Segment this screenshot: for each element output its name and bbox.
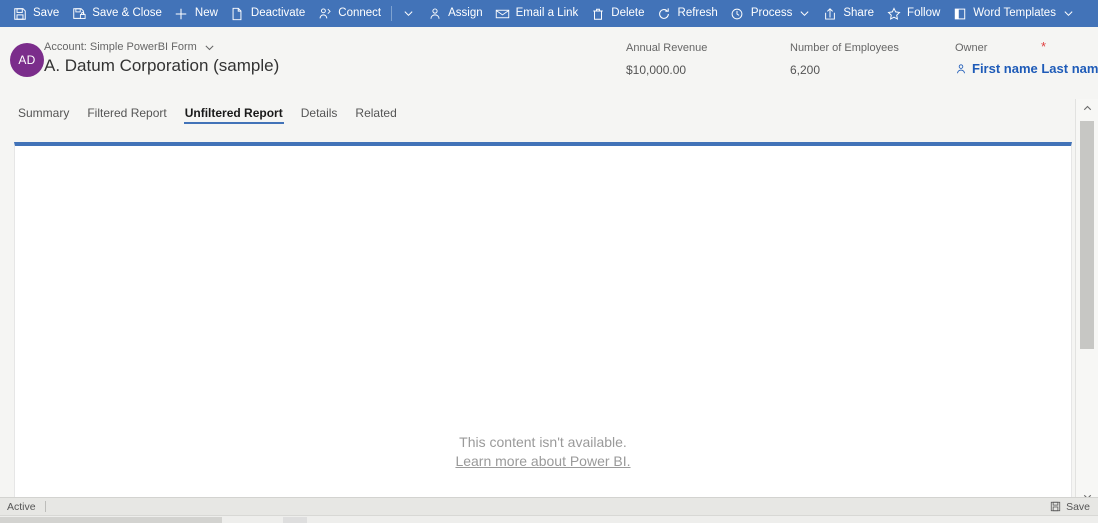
- form-content-area: This content isn't available. Learn more…: [0, 127, 1075, 505]
- assign-icon: [427, 6, 442, 21]
- chevron-down-icon: [799, 8, 810, 19]
- command-overflow-caret[interactable]: [396, 0, 421, 27]
- horizontal-scrollbar-thumb[interactable]: [0, 517, 222, 523]
- tab-unfiltered-report[interactable]: Unfiltered Report: [176, 99, 292, 127]
- field-label: Annual Revenue: [626, 42, 708, 54]
- delete-icon: [590, 6, 605, 21]
- horizontal-scrollbar[interactable]: [0, 515, 1098, 523]
- command-label: Delete: [611, 6, 645, 19]
- form-tabs: Summary Filtered Report Unfiltered Repor…: [0, 99, 1075, 127]
- process-icon: [730, 6, 745, 21]
- field-label: Owner: [955, 42, 988, 54]
- command-label: Email a Link: [515, 6, 579, 19]
- record-header: AD Account: Simple PowerBI Form A. Datum…: [0, 27, 1098, 99]
- command-label: Save & Close: [92, 6, 162, 19]
- command-separator: [391, 6, 393, 21]
- tab-label: Related: [355, 106, 397, 120]
- save-icon: [12, 6, 27, 21]
- plus-icon: [174, 6, 189, 21]
- chevron-down-icon: [1063, 8, 1074, 19]
- scroll-up-arrow-icon[interactable]: [1076, 99, 1098, 117]
- command-assign[interactable]: Assign: [421, 0, 489, 27]
- command-new[interactable]: New: [168, 0, 224, 27]
- page-title: A. Datum Corporation (sample): [44, 56, 280, 75]
- person-icon: [955, 63, 967, 75]
- avatar-initials: AD: [18, 53, 36, 67]
- tab-label: Summary: [18, 106, 70, 120]
- command-process[interactable]: Process: [724, 0, 817, 27]
- header-field-annual-revenue: Annual Revenue $10,000.00: [626, 41, 707, 78]
- command-save[interactable]: Save: [6, 0, 65, 27]
- save-close-icon: [71, 6, 86, 21]
- status-save-label: Save: [1066, 500, 1090, 513]
- command-label: Word Templates: [973, 6, 1056, 19]
- form-selector[interactable]: Account: Simple PowerBI Form: [44, 41, 215, 53]
- tab-label: Filtered Report: [87, 106, 167, 120]
- status-divider: [44, 501, 46, 512]
- scrollbar-thumb[interactable]: [1080, 121, 1094, 349]
- vertical-scrollbar[interactable]: [1075, 99, 1098, 505]
- avatar: AD: [10, 43, 44, 77]
- command-label: Deactivate: [250, 6, 306, 19]
- header-field-owner: Owner * First name Last name: [955, 39, 1098, 76]
- command-share[interactable]: Share: [816, 0, 880, 27]
- share-icon: [822, 6, 837, 21]
- learn-more-link[interactable]: Learn more about Power BI.: [455, 452, 630, 471]
- tab-summary[interactable]: Summary: [9, 99, 78, 127]
- status-left: Active: [0, 501, 46, 513]
- field-value: $10,000.00: [626, 63, 687, 77]
- command-bar: Save Save & Close New Deactivate Connect: [0, 0, 1098, 27]
- tab-details[interactable]: Details: [292, 99, 347, 127]
- command-email-a-link[interactable]: Email a Link: [489, 0, 585, 27]
- command-label: Share: [843, 6, 875, 19]
- status-save-button[interactable]: Save: [1050, 501, 1090, 513]
- tab-label: Details: [300, 106, 338, 120]
- command-label: Connect: [338, 6, 382, 19]
- email-link-icon: [495, 6, 510, 21]
- tab-filtered-report[interactable]: Filtered Report: [78, 99, 175, 127]
- tab-related[interactable]: Related: [346, 99, 405, 127]
- header-field-number-of-employees: Number of Employees 6,200: [790, 41, 899, 78]
- command-word-templates[interactable]: Word Templates: [946, 0, 1080, 27]
- chevron-down-icon: [204, 42, 215, 53]
- command-label: Save: [33, 6, 60, 19]
- dynamics-account-form: Save Save & Close New Deactivate Connect: [0, 0, 1098, 523]
- command-connect[interactable]: Connect: [311, 0, 387, 27]
- field-label: Number of Employees: [790, 42, 899, 54]
- deactivate-icon: [230, 6, 245, 21]
- command-label: Process: [750, 6, 793, 19]
- field-value: 6,200: [790, 63, 821, 77]
- command-refresh[interactable]: Refresh: [651, 0, 724, 27]
- command-save-and-close[interactable]: Save & Close: [65, 0, 168, 27]
- command-label: Assign: [448, 6, 483, 19]
- report-empty-state: This content isn't available. Learn more…: [15, 433, 1071, 471]
- command-label: Follow: [907, 6, 941, 19]
- connect-icon: [317, 6, 332, 21]
- empty-state-message: This content isn't available.: [459, 434, 627, 450]
- horizontal-scrollbar-marker: [283, 517, 307, 523]
- form-selector-label: Account: Simple PowerBI Form: [44, 41, 197, 53]
- status-badge: Active: [7, 500, 36, 513]
- command-label: Refresh: [677, 6, 718, 19]
- save-icon: [1050, 501, 1061, 512]
- refresh-icon: [657, 6, 672, 21]
- owner-value[interactable]: First name Last name: [955, 61, 1098, 76]
- follow-star-icon: [886, 6, 901, 21]
- status-bar: Active Save: [0, 497, 1098, 515]
- word-templates-icon: [952, 6, 967, 21]
- tab-label: Unfiltered Report: [184, 106, 283, 120]
- powerbi-report-panel: This content isn't available. Learn more…: [14, 142, 1072, 505]
- required-indicator: *: [1041, 39, 1047, 54]
- owner-link[interactable]: First name Last name: [972, 61, 1098, 76]
- command-deactivate[interactable]: Deactivate: [224, 0, 311, 27]
- command-follow[interactable]: Follow: [880, 0, 946, 27]
- command-label: New: [194, 6, 218, 19]
- command-delete[interactable]: Delete: [584, 0, 650, 27]
